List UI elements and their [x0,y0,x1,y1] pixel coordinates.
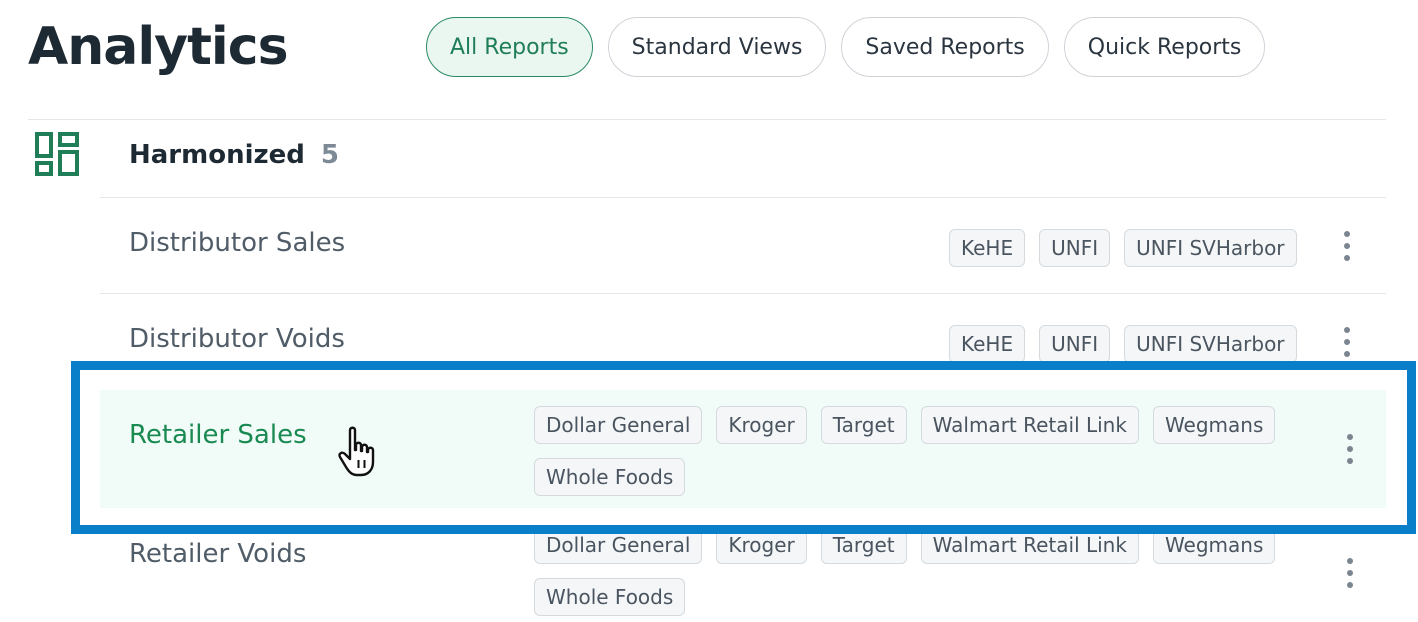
report-row-distributor-voids[interactable]: Distributor Voids KeHE UNFI UNFI SVHarbo… [100,294,1386,389]
tag: Wegmans [1152,406,1276,444]
report-row-retailer-sales[interactable]: Retailer Sales Dollar General Kroger Tar… [100,390,1386,508]
report-name[interactable]: Distributor Sales [129,228,345,258]
page-title: Analytics [28,17,289,77]
report-tags: Dollar General Kroger Target Walmart Ret… [534,406,1324,510]
report-tabs: All Reports Standard Views Saved Reports… [426,17,1280,77]
tag: UNFI SVHarbor [1124,229,1297,267]
tab-quick-reports[interactable]: Quick Reports [1063,17,1266,77]
report-tags: KeHE UNFI UNFI SVHarbor [949,325,1311,377]
tag: Whole Foods [534,578,686,616]
report-name[interactable]: Retailer Sales [129,420,307,450]
tag: UNFI SVHarbor [1124,325,1297,363]
tab-standard-views[interactable]: Standard Views [607,17,827,77]
group-title: Harmonized [129,140,305,170]
report-row-retailer-voids[interactable]: Retailer Voids Dollar General Kroger Tar… [100,509,1386,622]
report-tags: KeHE UNFI UNFI SVHarbor [949,229,1311,281]
group-header-harmonized[interactable]: Harmonized 5 [129,136,339,174]
header-divider [28,119,1386,120]
tag: Wegmans [1152,526,1276,564]
dashboard-grid-icon [35,132,79,176]
tab-saved-reports[interactable]: Saved Reports [841,17,1049,77]
tag: Walmart Retail Link [920,526,1139,564]
tag: KeHE [949,229,1026,267]
report-tags: Dollar General Kroger Target Walmart Ret… [534,526,1324,622]
report-name[interactable]: Retailer Voids [129,539,306,569]
tag: Dollar General [534,526,703,564]
tag: Dollar General [534,406,703,444]
report-name[interactable]: Distributor Voids [129,324,345,354]
more-options-icon[interactable] [1338,431,1362,467]
report-row-distributor-sales[interactable]: Distributor Sales KeHE UNFI UNFI SVHarbo… [100,198,1386,293]
tag: UNFI [1039,325,1111,363]
tag: Target [820,526,907,564]
more-options-icon[interactable] [1338,555,1362,591]
more-options-icon[interactable] [1335,324,1359,360]
tag: Kroger [716,406,807,444]
tag: Whole Foods [534,458,686,496]
analytics-page: Analytics All Reports Standard Views Sav… [0,0,1418,622]
tag: KeHE [949,325,1026,363]
tab-all-reports[interactable]: All Reports [426,17,593,77]
tag: Walmart Retail Link [920,406,1139,444]
more-options-icon[interactable] [1335,228,1359,264]
hand-pointer-icon [338,426,375,477]
group-count: 5 [320,140,339,170]
tag: UNFI [1039,229,1111,267]
tag: Kroger [716,526,807,564]
tag: Target [820,406,907,444]
